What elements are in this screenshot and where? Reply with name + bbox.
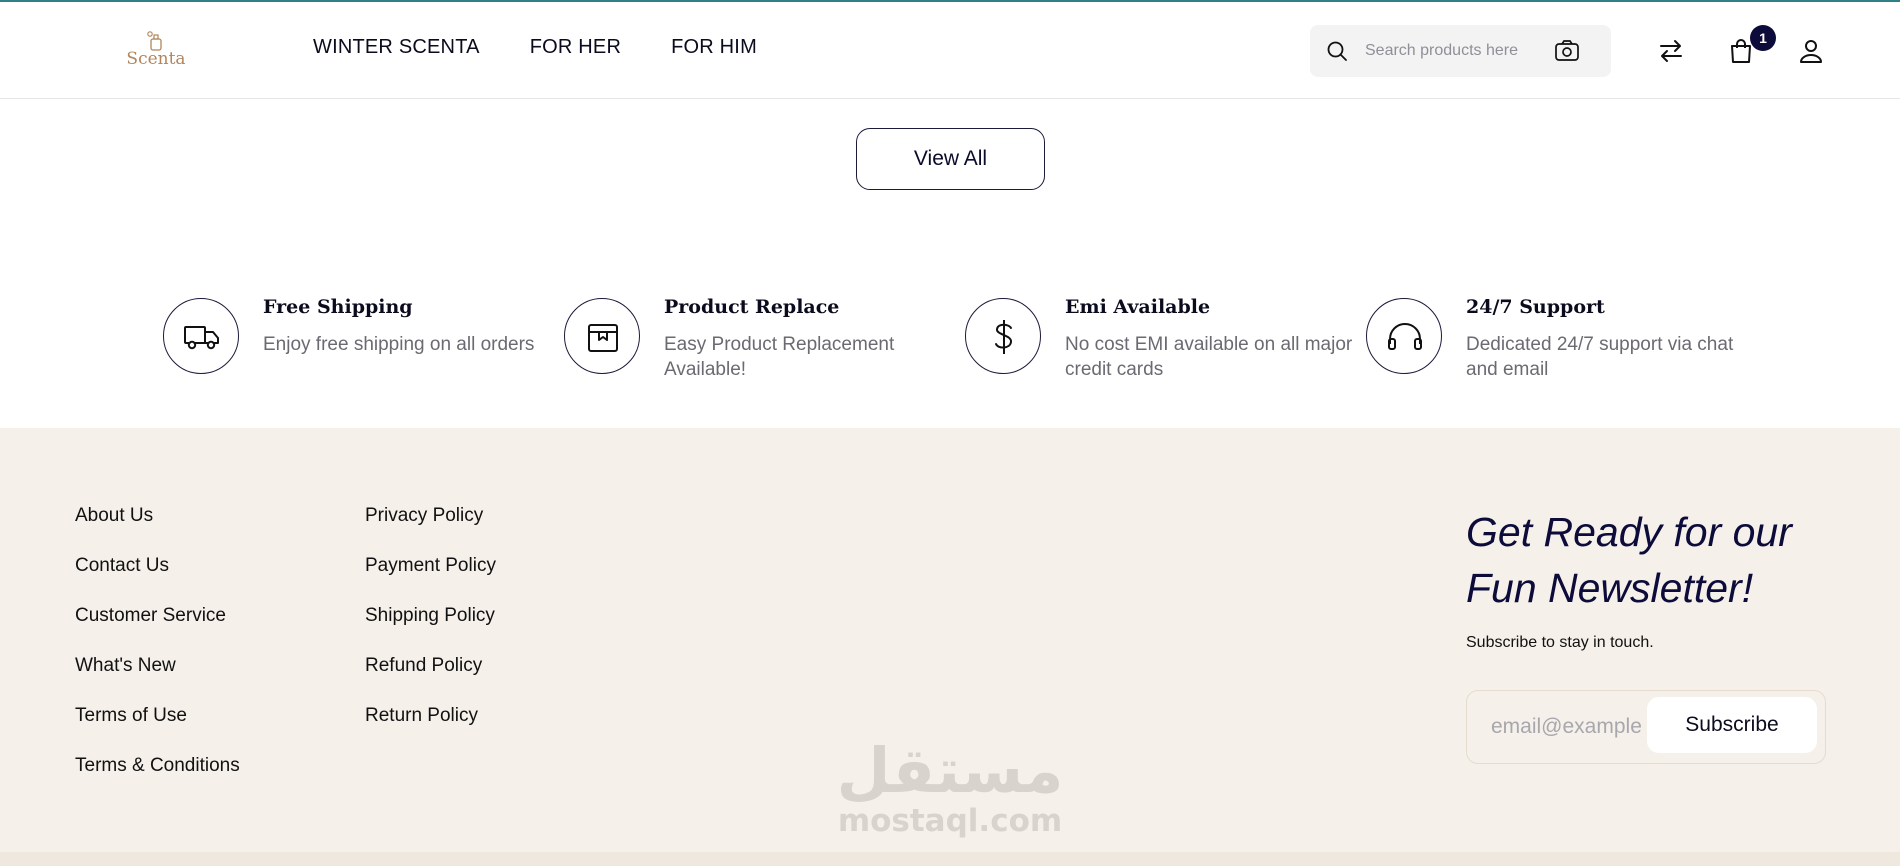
box-icon — [588, 324, 618, 352]
feature-description: Easy Product Replacement Available! — [664, 334, 895, 380]
footer-bottom-bar — [0, 852, 1900, 866]
search-input[interactable] — [1365, 37, 1545, 65]
footer-link-shipping-policy[interactable]: Shipping Policy — [365, 604, 496, 654]
newsletter-subtitle: Subscribe to stay in touch. — [1466, 634, 1654, 651]
footer-link-whats-new[interactable]: What's New — [75, 654, 240, 704]
feature-description: Enjoy free shipping on all orders — [263, 334, 535, 355]
footer-link-terms-of-use[interactable]: Terms of Use — [75, 704, 240, 754]
scenta-logo[interactable]: Scenta — [126, 30, 186, 74]
nav-for-her[interactable]: FOR HER — [530, 36, 621, 59]
newsletter-title: Get Ready for our Fun Newsletter! — [1466, 509, 1792, 611]
feature-free-shipping: Free Shipping Enjoy free shipping on all… — [163, 296, 563, 396]
footer-link-customer-service[interactable]: Customer Service — [75, 604, 240, 654]
feature-icon-circle — [564, 298, 640, 374]
nav-for-him[interactable]: FOR HIM — [671, 36, 757, 59]
newsletter-email-input[interactable] — [1491, 711, 1641, 743]
footer-link-return-policy[interactable]: Return Policy — [365, 704, 496, 754]
feature-icon-circle — [163, 298, 239, 374]
footer-links-policies: Privacy Policy Payment Policy Shipping P… — [365, 504, 496, 754]
cart-count-badge: 1 — [1750, 25, 1776, 51]
newsletter-form: Subscribe — [1466, 690, 1826, 764]
camera-icon[interactable] — [1554, 39, 1580, 63]
footer-link-contact-us[interactable]: Contact Us — [75, 554, 240, 604]
compare-icon[interactable] — [1656, 36, 1686, 66]
watermark-latin: mostaql.com — [837, 803, 1063, 839]
view-all-button[interactable]: View All — [856, 128, 1045, 190]
search-icon[interactable] — [1326, 40, 1348, 62]
feature-title: 24/7 Support — [1466, 296, 1605, 318]
feature-emi-available: Emi Available No cost EMI available on a… — [965, 296, 1365, 396]
feature-title: Free Shipping — [263, 296, 413, 318]
subscribe-button[interactable]: Subscribe — [1647, 697, 1817, 753]
site-header: Scenta WINTER SCENTA FOR HER FOR HIM 1 — [0, 0, 1900, 99]
feature-description: Dedicated 24/7 support via chat and emai… — [1466, 334, 1734, 380]
user-icon[interactable] — [1796, 36, 1826, 66]
footer-link-privacy-policy[interactable]: Privacy Policy — [365, 504, 496, 554]
footer-link-payment-policy[interactable]: Payment Policy — [365, 554, 496, 604]
logo-text: Scenta — [126, 49, 186, 69]
footer-link-about-us[interactable]: About Us — [75, 504, 240, 554]
nav-winter-scenta[interactable]: WINTER SCENTA — [313, 36, 480, 59]
search-bar — [1310, 25, 1611, 77]
main-nav: WINTER SCENTA FOR HER FOR HIM — [313, 36, 757, 59]
headphones-icon — [1388, 323, 1422, 350]
feature-description: No cost EMI available on all major credi… — [1065, 334, 1353, 380]
footer-links-company: About Us Contact Us Customer Service Wha… — [75, 504, 240, 804]
watermark: مستقل mostaql.com — [835, 734, 1065, 839]
truck-icon — [184, 326, 219, 350]
feature-support: 24/7 Support Dedicated 24/7 support via … — [1366, 296, 1766, 396]
watermark-arabic: مستقل — [836, 734, 1064, 807]
dollar-icon — [995, 320, 1012, 354]
feature-title: Emi Available — [1065, 296, 1211, 318]
feature-icon-circle — [1366, 298, 1442, 374]
feature-title: Product Replace — [664, 296, 840, 318]
feature-icon-circle — [965, 298, 1041, 374]
footer-link-terms-conditions[interactable]: Terms & Conditions — [75, 754, 240, 804]
feature-product-replace: Product Replace Easy Product Replacement… — [564, 296, 964, 396]
footer-link-refund-policy[interactable]: Refund Policy — [365, 654, 496, 704]
